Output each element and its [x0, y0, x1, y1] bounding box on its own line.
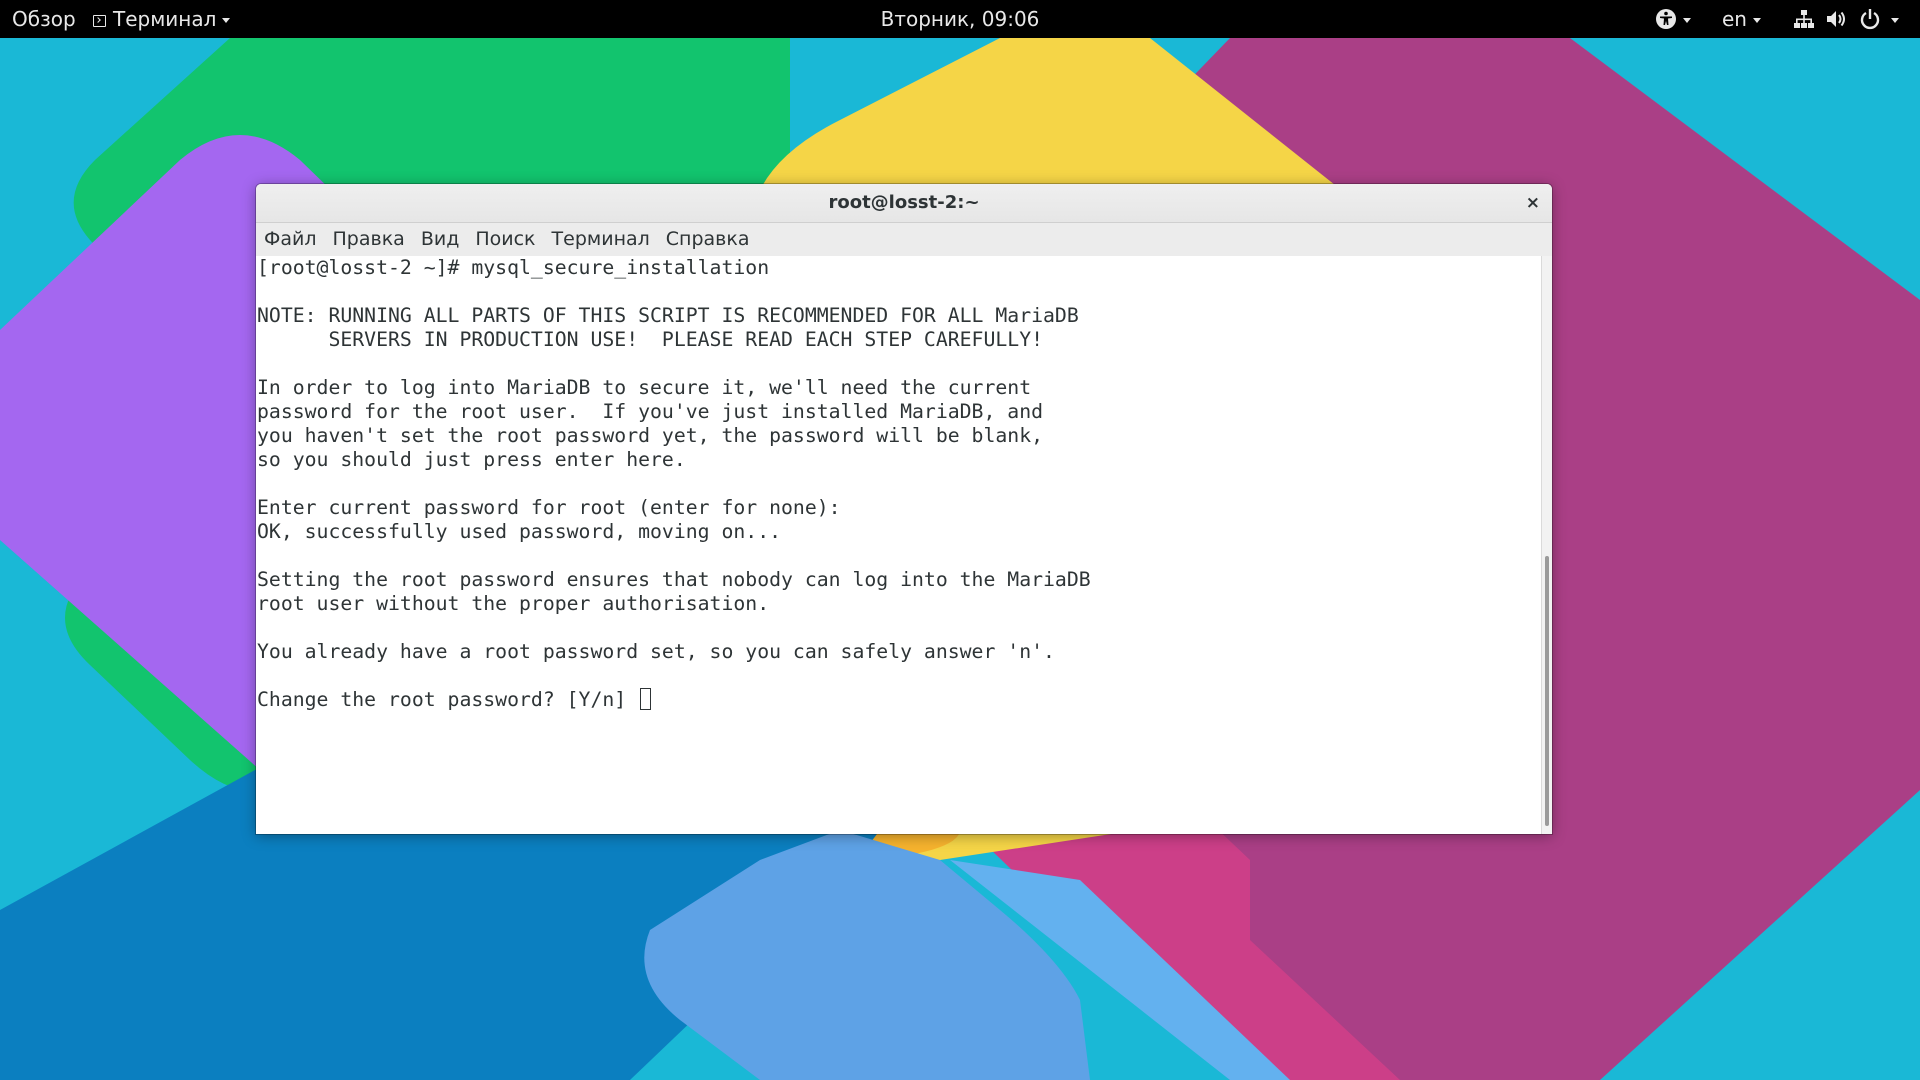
terminal-cursor: [640, 688, 652, 710]
menu-search[interactable]: Поиск: [467, 223, 543, 256]
close-icon: ×: [1525, 193, 1540, 213]
accessibility-menu[interactable]: [1655, 0, 1691, 38]
menu-terminal[interactable]: Терминал: [544, 223, 658, 256]
menu-bar: Файл Правка Вид Поиск Терминал Справка: [256, 223, 1552, 256]
clock-label: Вторник, 09:06: [880, 7, 1040, 31]
menu-file[interactable]: Файл: [256, 223, 325, 256]
volume-icon: [1827, 11, 1845, 27]
clock-button[interactable]: Вторник, 09:06: [0, 0, 1920, 38]
terminal-line: you haven't set the root password yet, t…: [257, 424, 1044, 447]
language-label: en: [1722, 7, 1747, 31]
power-icon: [1860, 9, 1880, 30]
terminal-line: Enter current password for root (enter f…: [257, 496, 841, 519]
terminal-line: NOTE: RUNNING ALL PARTS OF THIS SCRIPT I…: [257, 304, 1079, 327]
chevron-down-icon: [1683, 18, 1691, 23]
terminal-line: [root@losst-2 ~]# mysql_secure_installat…: [257, 256, 770, 279]
terminal-line: OK, successfully used password, moving o…: [257, 520, 782, 543]
top-bar: Обзор Терминал Вторник, 09:06 en: [0, 0, 1920, 38]
terminal-line: You already have a root password set, so…: [257, 640, 1055, 663]
window-titlebar[interactable]: root@losst-2:~ ×: [256, 184, 1552, 223]
terminal-scrollbar[interactable]: [1541, 256, 1552, 834]
menu-edit[interactable]: Правка: [325, 223, 413, 256]
close-button[interactable]: ×: [1526, 184, 1540, 222]
prompt-text: Change the root password? [Y/n]: [257, 688, 639, 711]
terminal-line: so you should just press enter here.: [257, 448, 686, 471]
terminal-output[interactable]: [root@losst-2 ~]# mysql_secure_installat…: [256, 256, 1542, 834]
system-menu[interactable]: [1793, 0, 1899, 38]
terminal-prompt-line: Change the root password? [Y/n]: [257, 688, 1091, 712]
menu-view[interactable]: Вид: [413, 223, 468, 256]
chevron-down-icon: [1752, 18, 1761, 23]
menu-help[interactable]: Справка: [658, 223, 758, 256]
terminal-text: [root@losst-2 ~]# mysql_secure_installat…: [257, 256, 1091, 712]
language-menu[interactable]: en: [1722, 0, 1761, 38]
terminal-line: root user without the proper authorisati…: [257, 592, 770, 615]
chevron-down-icon: [1891, 18, 1899, 23]
terminal-line: SERVERS IN PRODUCTION USE! PLEASE READ E…: [257, 328, 1044, 351]
desktop: Обзор Терминал Вторник, 09:06 en root@lo…: [0, 0, 1920, 1080]
scrollbar-thumb[interactable]: [1545, 556, 1549, 826]
network-icon: [1794, 10, 1814, 28]
window-title: root@losst-2:~: [828, 192, 980, 213]
terminal-line: In order to log into MariaDB to secure i…: [257, 376, 1032, 399]
terminal-line: Setting the root password ensures that n…: [257, 568, 1091, 591]
accessibility-icon: [1656, 9, 1676, 29]
terminal-window: root@losst-2:~ × Файл Правка Вид Поиск Терми…: [256, 184, 1552, 834]
terminal-line: password for the root user. If you've ju…: [257, 400, 1044, 423]
